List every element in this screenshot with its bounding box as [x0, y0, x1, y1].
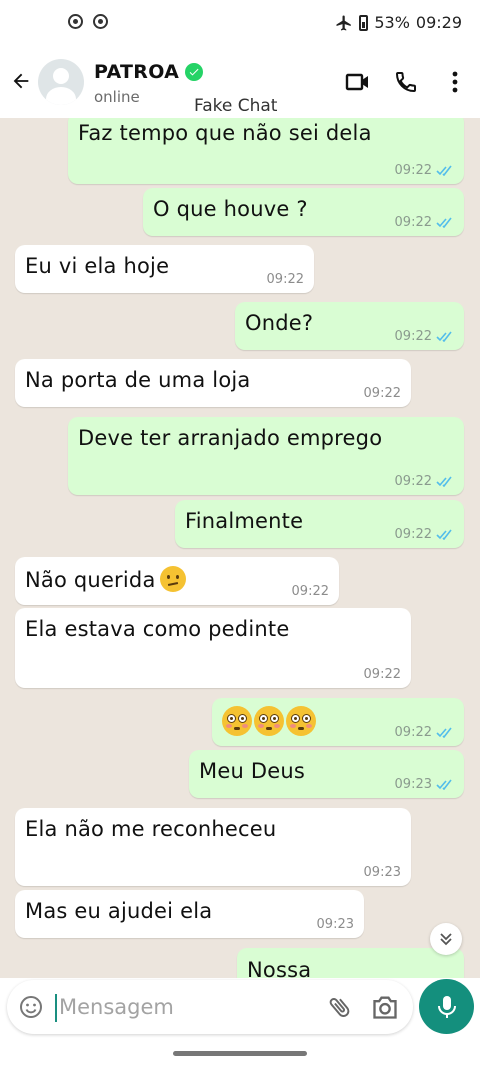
battery-icon: [359, 14, 369, 31]
message-time: 09:23: [363, 865, 401, 880]
message-time: 09:22: [291, 584, 329, 599]
avatar[interactable]: [38, 59, 84, 105]
message-input[interactable]: [59, 992, 319, 1022]
emoji-icon[interactable]: [19, 995, 43, 1019]
home-indicator[interactable]: [173, 1051, 307, 1056]
message-text: Não querida: [25, 568, 156, 592]
contact-name: PATROA: [94, 61, 180, 83]
flushed-face-emoji-icon: [222, 706, 252, 736]
message-bubble-incoming[interactable]: Eu vi ela hoje 09:22: [15, 245, 314, 293]
message-time: 09:22: [394, 163, 432, 178]
message-text: Ela estava como pedinte: [25, 617, 290, 641]
message-text: Deve ter arranjado emprego: [78, 426, 383, 450]
message-bubble-outgoing[interactable]: Finalmente 09:22: [175, 500, 464, 548]
message-text: O que houve ?: [153, 197, 308, 221]
contact-name-row[interactable]: PATROA: [94, 61, 204, 83]
clock: 09:29: [415, 13, 462, 32]
message-time: 09:22: [394, 215, 432, 230]
message-bubble-incoming[interactable]: Na porta de uma loja 09:22: [15, 359, 411, 407]
message-time: 09:22: [363, 667, 401, 682]
camera-icon[interactable]: [371, 994, 399, 1020]
flushed-face-emoji-icon: [254, 706, 284, 736]
message-text: Nossa: [247, 958, 312, 978]
chat-area[interactable]: Faz tempo que não sei dela 09:22 O que h…: [0, 118, 480, 978]
battery-level: 53%: [374, 13, 410, 32]
status-bar: 53% 09:29: [0, 0, 480, 48]
text-cursor: [55, 994, 57, 1022]
read-ticks-icon: [436, 779, 452, 790]
record-icon: [68, 14, 83, 29]
read-ticks-icon: [436, 529, 452, 540]
flushed-face-emoji-icon: [286, 706, 316, 736]
message-bubble-outgoing[interactable]: Onde? 09:22: [235, 302, 464, 350]
mic-icon: [437, 995, 456, 1018]
read-ticks-icon: [436, 727, 452, 738]
chat-header: PATROA online Fake Chat: [0, 48, 480, 118]
message-bubble-incoming[interactable]: Não querida 09:22: [15, 557, 339, 605]
message-text: Ela não me reconheceu: [25, 817, 277, 841]
scroll-to-bottom-button[interactable]: [430, 923, 462, 955]
video-call-button[interactable]: [344, 68, 372, 96]
emoji-group: [222, 706, 318, 736]
record-icon: [93, 14, 108, 29]
read-ticks-icon: [436, 217, 452, 228]
verified-icon: [185, 63, 204, 81]
fake-chat-label: Fake Chat: [194, 96, 278, 116]
read-ticks-icon: [436, 165, 452, 176]
message-time: 09:22: [266, 272, 304, 287]
chevron-double-down-icon: [440, 933, 452, 946]
message-time: 09:22: [363, 386, 401, 401]
more-options-button[interactable]: [441, 68, 469, 96]
read-ticks-icon: [436, 476, 452, 487]
message-time: 09:23: [394, 777, 432, 792]
message-bubble-outgoing[interactable]: 09:22: [212, 698, 464, 746]
message-bubble-outgoing[interactable]: Meu Deus 09:23: [189, 750, 464, 798]
message-bubble-outgoing[interactable]: Faz tempo que não sei dela 09:22: [68, 118, 464, 184]
back-arrow-icon: [13, 73, 29, 89]
video-call-icon: [345, 73, 368, 91]
status-left-icons: [68, 14, 108, 29]
message-text: Finalmente: [185, 509, 304, 533]
message-input-container[interactable]: [7, 980, 413, 1034]
message-text: Meu Deus: [199, 759, 305, 783]
message-bubble-outgoing[interactable]: Deve ter arranjado emprego 09:22: [68, 417, 464, 495]
composer-bar: [0, 978, 480, 1066]
voice-call-button[interactable]: [392, 68, 420, 96]
message-bubble-outgoing[interactable]: O que houve ? 09:22: [143, 188, 464, 236]
mic-button[interactable]: [419, 979, 474, 1034]
message-time: 09:22: [394, 474, 432, 489]
message-text: Faz tempo que não sei dela: [78, 121, 372, 145]
message-bubble-incoming[interactable]: Ela não me reconheceu 09:23: [15, 808, 411, 886]
read-ticks-icon: [436, 331, 452, 342]
attach-icon[interactable]: [327, 993, 353, 1021]
airplane-icon: [336, 15, 352, 30]
message-time: 09:22: [394, 725, 432, 740]
message-bubble-incoming[interactable]: Mas eu ajudei ela 09:23: [15, 890, 364, 938]
message-bubble-outgoing[interactable]: Nossa: [237, 948, 464, 978]
contact-status: online: [94, 88, 140, 106]
confused-face-emoji-icon: [159, 566, 186, 592]
message-time: 09:22: [394, 329, 432, 344]
message-text: Mas eu ajudei ela: [25, 899, 213, 923]
message-bubble-incoming[interactable]: Ela estava como pedinte 09:22: [15, 608, 411, 688]
message-text: Na porta de uma loja: [25, 368, 251, 392]
message-text: Eu vi ela hoje: [25, 254, 170, 278]
back-button[interactable]: [8, 68, 34, 94]
message-time: 09:23: [316, 917, 354, 932]
message-time: 09:22: [394, 527, 432, 542]
status-right: 53% 09:29: [335, 13, 462, 32]
message-text: Onde?: [245, 311, 314, 335]
phone-icon: [395, 72, 416, 93]
more-options-icon: [452, 71, 458, 93]
